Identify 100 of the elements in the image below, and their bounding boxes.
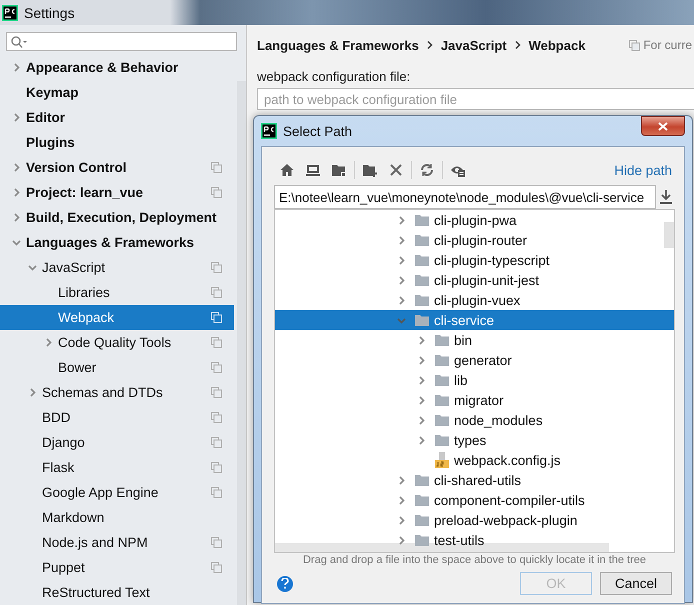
chevron-right-icon[interactable]	[12, 113, 21, 122]
folder-icon	[415, 234, 429, 246]
chevron-down-icon[interactable]	[12, 238, 21, 247]
copy-icon	[211, 287, 222, 298]
help-icon[interactable]	[277, 576, 293, 592]
config-file-field[interactable]: path to webpack configuration file	[257, 88, 694, 110]
chevron-right-icon[interactable]	[417, 336, 426, 344]
settings-tree-item[interactable]: Puppet	[0, 555, 234, 580]
close-button[interactable]	[641, 116, 685, 136]
chevron-right-icon[interactable]	[397, 276, 406, 284]
chevron-right-icon[interactable]	[397, 256, 406, 264]
folder-icon	[415, 534, 429, 546]
file-tree-item[interactable]: cli-plugin-pwa	[275, 210, 674, 230]
cancel-button[interactable]: Cancel	[600, 572, 672, 595]
copy-icon	[211, 487, 222, 498]
settings-tree-item[interactable]: Plugins	[0, 130, 234, 155]
hide-path-link[interactable]: Hide path	[614, 162, 672, 178]
settings-tree-item[interactable]: Bower	[0, 355, 234, 380]
file-tree-item[interactable]: cli-plugin-router	[275, 230, 674, 250]
file-tree-item[interactable]: cli-plugin-unit-jest	[275, 270, 674, 290]
settings-tree-item[interactable]: Flask	[0, 455, 234, 480]
chevron-right-icon[interactable]	[417, 416, 426, 424]
settings-tree-item[interactable]: Keymap	[0, 80, 234, 105]
settings-tree-item[interactable]: Code Quality Tools	[0, 330, 234, 355]
chevron-right-icon[interactable]	[397, 496, 406, 504]
file-tree-item[interactable]: webpack.config.js	[275, 450, 674, 470]
settings-tree-item[interactable]: Languages & Frameworks	[0, 230, 234, 255]
chevron-right-icon[interactable]	[12, 63, 21, 72]
folder-icon	[435, 414, 449, 426]
folder-icon	[332, 163, 346, 177]
settings-tree-item[interactable]: Webpack	[0, 305, 234, 330]
copy-icon	[211, 562, 222, 573]
path-field[interactable]: E:\notee\learn_vue\moneynote\node_modules\@vue\cli-service	[274, 185, 656, 209]
chevron-right-icon[interactable]	[397, 536, 406, 544]
chevron-right-icon[interactable]	[12, 163, 21, 172]
breadcrumb-item: Languages & Frameworks	[257, 38, 419, 52]
file-tree-item[interactable]: migrator	[275, 390, 674, 410]
file-tree-item[interactable]: cli-service	[275, 310, 674, 330]
download-icon[interactable]	[660, 190, 672, 204]
settings-tree-item[interactable]: Build, Execution, Deployment	[0, 205, 234, 230]
file-tree-item[interactable]: bin	[275, 330, 674, 350]
file-tree-item[interactable]: lib	[275, 370, 674, 390]
search-icon	[11, 36, 27, 48]
file-tree-item[interactable]: cli-plugin-typescript	[275, 250, 674, 270]
search-field[interactable]	[6, 32, 237, 51]
settings-tree-item[interactable]: BDD	[0, 405, 234, 430]
folder-icon	[435, 374, 449, 386]
refresh-icon	[420, 163, 434, 177]
file-tree-item[interactable]: cli-plugin-vuex	[275, 290, 674, 310]
folder-icon	[415, 514, 429, 526]
settings-tree-item[interactable]: ReStructured Text	[0, 580, 234, 605]
folder-icon	[415, 314, 429, 326]
copy-icon	[211, 337, 222, 348]
file-tree-item[interactable]: node_modules	[275, 410, 674, 430]
settings-tree-item[interactable]: Editor	[0, 105, 234, 130]
dialog-title: Select Path	[283, 124, 352, 138]
chevron-right-icon[interactable]	[417, 376, 426, 384]
copy-icon	[629, 40, 640, 50]
settings-tree-item[interactable]: Project: learn_vue	[0, 180, 234, 205]
file-tree-item[interactable]: component-compiler-utils	[275, 490, 674, 510]
chevron-right-icon[interactable]	[12, 188, 21, 197]
settings-tree-item[interactable]: Markdown	[0, 505, 234, 530]
folder-icon	[435, 434, 449, 446]
file-tree-item[interactable]: types	[275, 430, 674, 450]
chevron-right-icon[interactable]	[397, 236, 406, 244]
copy-icon	[211, 362, 222, 373]
chevron-right-icon[interactable]	[12, 213, 21, 222]
settings-tree-item[interactable]: Appearance & Behavior	[0, 55, 234, 80]
settings-tree-item[interactable]: Libraries	[0, 280, 234, 305]
chevron-right-icon[interactable]	[397, 516, 406, 524]
file-tree-item[interactable]: preload-webpack-plugin	[275, 510, 674, 530]
chevron-right-icon[interactable]	[397, 296, 406, 304]
settings-tree-item[interactable]: Schemas and DTDs	[0, 380, 234, 405]
monitor-icon	[306, 163, 320, 177]
chevron-down-icon[interactable]	[28, 263, 37, 272]
settings-tree-item[interactable]: JavaScript	[0, 255, 234, 280]
copy-icon	[211, 462, 222, 473]
home-icon	[280, 163, 294, 177]
file-tree-item[interactable]: cli-shared-utils	[275, 470, 674, 490]
chevron-right-icon[interactable]	[44, 338, 53, 347]
chevron-right-icon[interactable]	[417, 436, 426, 444]
chevron-right-icon[interactable]	[397, 216, 406, 224]
scrollbar[interactable]	[237, 81, 246, 605]
chevron-down-icon[interactable]	[397, 316, 406, 324]
settings-tree-item[interactable]: Node.js and NPM	[0, 530, 234, 555]
file-tree-item[interactable]: test-utils	[275, 530, 674, 550]
chevron-right-icon[interactable]	[397, 476, 406, 484]
chevron-right-icon[interactable]	[28, 388, 37, 397]
copy-icon	[211, 262, 222, 273]
close-icon	[658, 122, 668, 130]
chevron-right-icon[interactable]	[417, 396, 426, 404]
copy-icon	[211, 312, 222, 323]
copy-icon	[211, 187, 222, 198]
settings-tree-item[interactable]: Version Control	[0, 155, 234, 180]
chevron-right-icon[interactable]	[417, 356, 426, 364]
folder-icon	[415, 474, 429, 486]
file-tree-item[interactable]: generator	[275, 350, 674, 370]
folder-icon	[415, 254, 429, 266]
settings-tree-item[interactable]: Django	[0, 430, 234, 455]
settings-tree-item[interactable]: Google App Engine	[0, 480, 234, 505]
